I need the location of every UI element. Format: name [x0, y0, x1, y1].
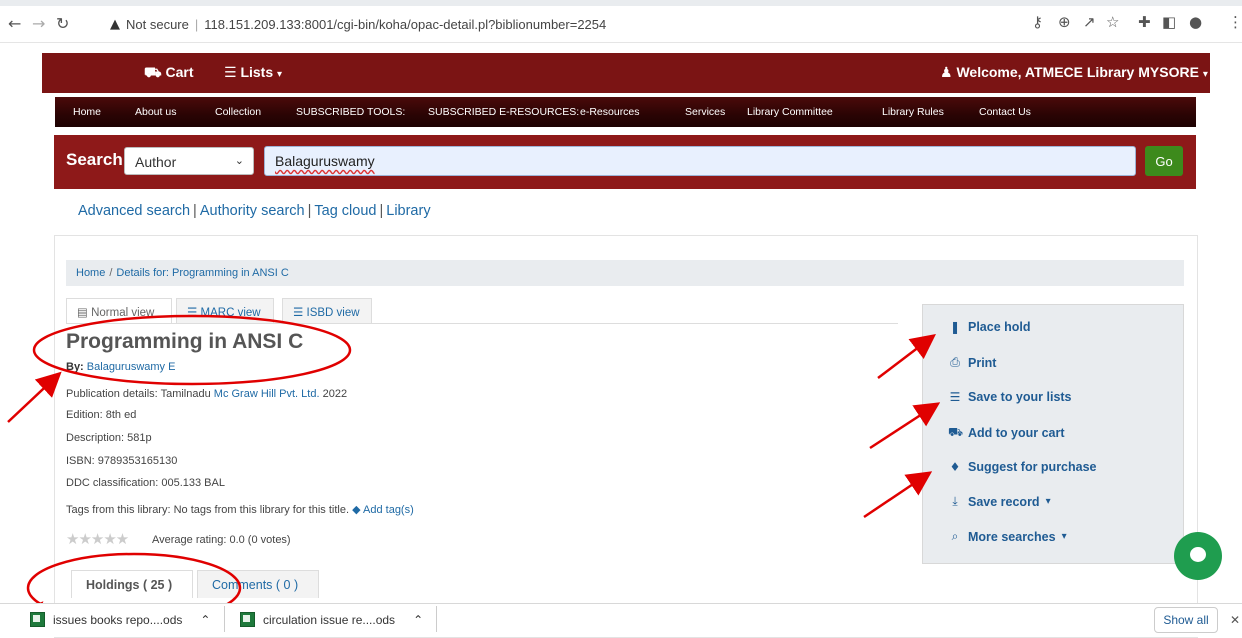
chevron-up-icon[interactable]: ⌃	[413, 613, 423, 627]
download-separator	[224, 606, 225, 632]
download-separator	[436, 606, 437, 632]
arrow-title	[7, 371, 62, 423]
show-all-button[interactable]: Show all	[1154, 607, 1218, 633]
arrow-save-lists	[869, 402, 941, 450]
title-highlight-ellipse	[32, 314, 352, 386]
spreadsheet-icon	[240, 612, 255, 627]
arrow-place-hold	[877, 333, 936, 379]
arrow-suggest	[863, 471, 933, 519]
spreadsheet-icon	[30, 612, 45, 627]
red-annotations	[7, 314, 941, 636]
download-item[interactable]: issues books repo....ods ⌃	[30, 612, 210, 627]
download-item[interactable]: circulation issue re....ods ⌃	[240, 612, 423, 627]
close-icon[interactable]: ✕	[1230, 613, 1240, 627]
chevron-up-icon[interactable]: ⌃	[200, 613, 210, 627]
